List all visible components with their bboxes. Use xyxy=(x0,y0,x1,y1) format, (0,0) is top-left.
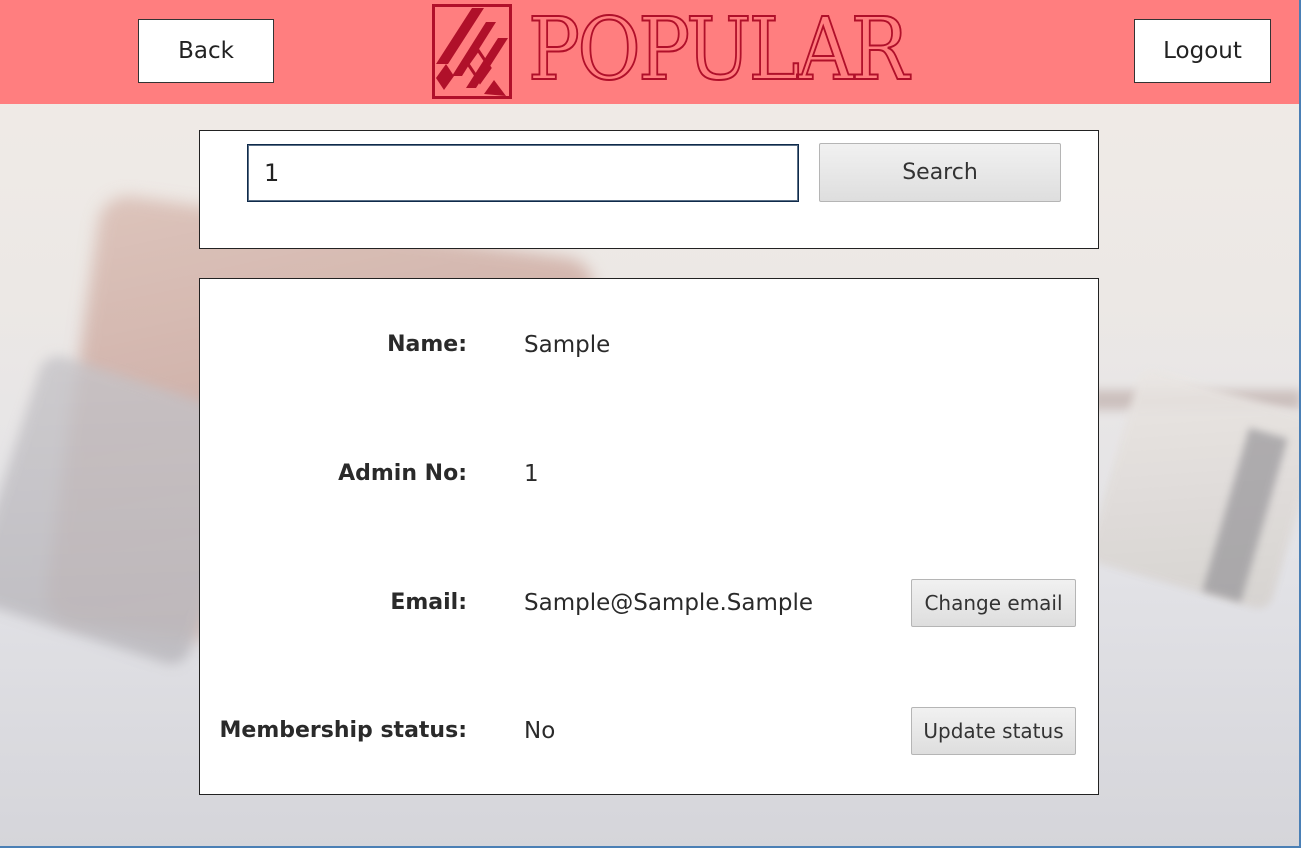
search-panel: Search xyxy=(199,130,1099,249)
logo: POPULAR xyxy=(432,3,910,99)
email-label: Email: xyxy=(390,590,467,615)
name-label: Name: xyxy=(387,332,467,357)
search-input[interactable] xyxy=(247,144,799,202)
update-status-button[interactable]: Update status xyxy=(911,707,1076,755)
logout-button[interactable]: Logout xyxy=(1134,19,1271,83)
search-button[interactable]: Search xyxy=(819,143,1061,202)
membership-status-value: No xyxy=(524,718,556,744)
name-value: Sample xyxy=(524,332,611,358)
back-button[interactable]: Back xyxy=(138,19,274,83)
admin-no-value: 1 xyxy=(524,461,539,487)
member-details-panel: Name: Sample Admin No: 1 Email: Sample@S… xyxy=(199,278,1099,795)
logo-text: POPULAR xyxy=(527,0,910,100)
name-row: Name: Sample xyxy=(200,321,1098,369)
email-row: Email: Sample@Sample.Sample Change email xyxy=(200,579,1098,627)
header-bar: Back POPULAR Logout xyxy=(0,0,1299,104)
logo-emblem-icon xyxy=(432,4,512,99)
change-email-button[interactable]: Change email xyxy=(911,579,1076,627)
membership-status-row: Membership status: No Update status xyxy=(200,707,1098,755)
membership-status-label: Membership status: xyxy=(219,718,468,743)
admin-no-label: Admin No: xyxy=(338,461,467,486)
email-value: Sample@Sample.Sample xyxy=(524,590,814,616)
admin-no-row: Admin No: 1 xyxy=(200,450,1098,498)
